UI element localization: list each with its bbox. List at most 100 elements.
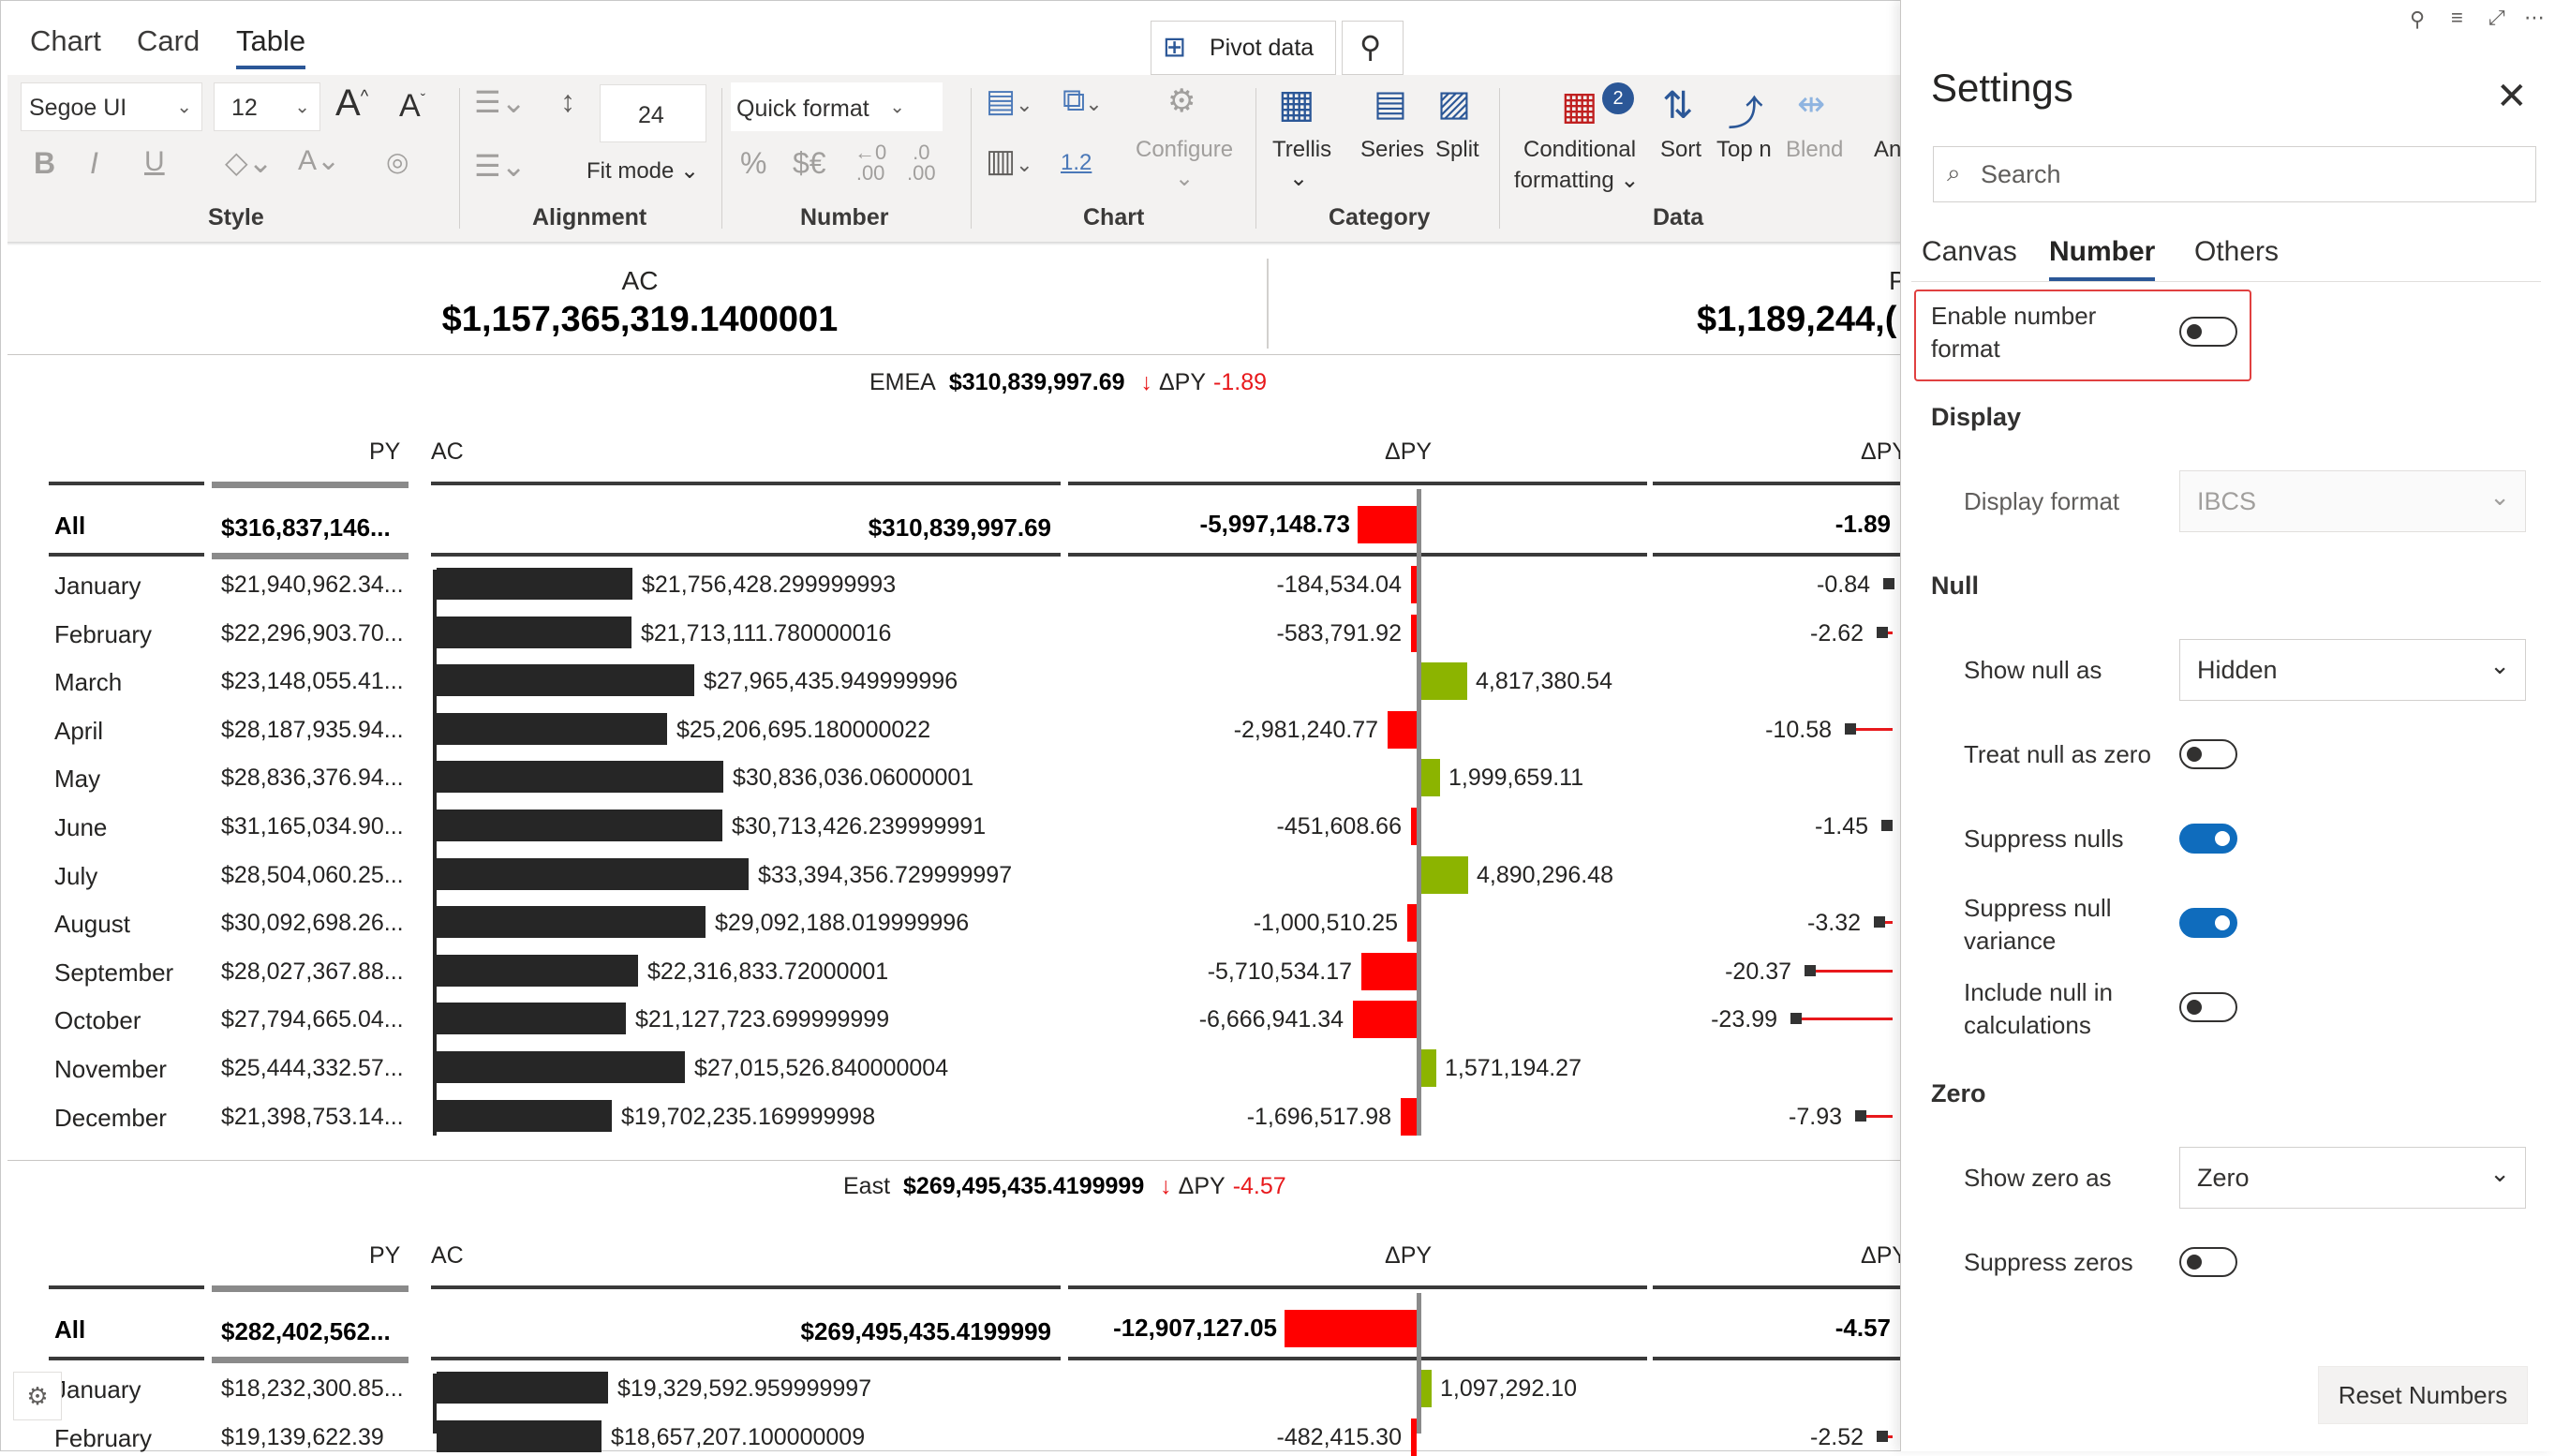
conditional-formatting-icon[interactable]: ▦	[1561, 82, 1598, 128]
chart-settings-icon[interactable]: ⚙	[13, 1372, 62, 1420]
pct-pin-head	[1845, 722, 1856, 735]
tab-card[interactable]: Card	[137, 24, 200, 58]
row-delta: -184,534.04	[1276, 572, 1402, 598]
enable-number-format-toggle[interactable]	[2179, 317, 2237, 347]
chevron-down-icon: ⌄	[2489, 651, 2510, 679]
italic-icon[interactable]: I	[90, 146, 98, 181]
bold-icon[interactable]: B	[34, 146, 55, 181]
column-header-py[interactable]: PY	[369, 438, 400, 466]
horizontal-align-icon[interactable]: ☰⌄	[474, 84, 527, 120]
currency-icon[interactable]: $€	[793, 146, 826, 181]
header-rule	[49, 1285, 204, 1289]
all-row-delta-pct: -1.89	[1835, 510, 1891, 538]
row-month: January	[54, 572, 141, 600]
row-height-input[interactable]: 24	[600, 84, 706, 142]
header-rule	[1068, 482, 1647, 485]
suppress-zeros-toggle[interactable]	[2179, 1247, 2237, 1277]
chart-layout-icon[interactable]: ⧉⌄	[1062, 82, 1103, 119]
table-layout-icon[interactable]: ▥⌄	[986, 142, 1033, 180]
hide-icon[interactable]: ◎	[386, 146, 409, 177]
chevron-down-icon: ⌄	[1289, 166, 1309, 191]
tab-others[interactable]: Others	[2194, 236, 2279, 268]
series-icon[interactable]: ▤	[1374, 82, 1407, 125]
row-month: November	[54, 1055, 167, 1083]
settings-search-input[interactable]: ⌕ Search	[1933, 146, 2536, 202]
all-row-py: $316,837,146...	[221, 513, 391, 542]
column-header-dpy[interactable]: ΔPY	[1385, 438, 1432, 466]
increase-decimals-icon[interactable]: .0.00	[907, 142, 936, 184]
row-delta: -1,000,510.25	[1253, 910, 1398, 937]
arrow-down-icon: ↓	[1134, 369, 1159, 395]
suppress-nulls-toggle[interactable]	[2179, 824, 2237, 854]
split-label[interactable]: Split	[1435, 137, 1479, 163]
pct-pin-head	[1877, 1430, 1888, 1442]
group-style: Style	[208, 204, 264, 230]
expand-icon[interactable]: ⤢	[2488, 6, 2505, 30]
conditional-formatting-dropdown[interactable]: formatting ⌄	[1514, 167, 1640, 194]
show-zero-as-dropdown[interactable]: Zero ⌄	[2179, 1147, 2526, 1209]
trellis-label[interactable]: Trellis	[1272, 137, 1331, 163]
header-rule	[431, 482, 1061, 485]
trellis-icon[interactable]: ▦	[1278, 81, 1315, 126]
suppress-null-variance-toggle[interactable]	[2179, 908, 2237, 938]
tab-canvas[interactable]: Canvas	[1922, 236, 2017, 268]
fit-mode-dropdown[interactable]: Fit mode ⌄	[587, 157, 699, 185]
display-format-dropdown[interactable]: IBCS ⌄	[2179, 470, 2526, 532]
row-ac: $22,316,833.72000001	[647, 958, 889, 985]
font-size-dropdown[interactable]: 12 ⌄	[214, 82, 320, 131]
top-n-label[interactable]: Top n	[1716, 137, 1772, 163]
chevron-down-icon: ⌄	[294, 97, 310, 118]
decrease-font-icon[interactable]: Aˇ	[399, 88, 425, 125]
treat-null-as-zero-toggle[interactable]	[2179, 739, 2237, 769]
filter-small-icon[interactable]: ≡	[2451, 6, 2463, 30]
pin-icon[interactable]: ⚲	[2410, 7, 2425, 32]
underline-icon[interactable]: U	[144, 146, 165, 178]
column-header-ac[interactable]: AC	[431, 1242, 464, 1270]
include-null-toggle[interactable]	[2179, 992, 2237, 1022]
top-n-icon[interactable]: ⤴	[1728, 84, 1763, 136]
fit-mode-label: Fit mode	[587, 158, 675, 184]
column-header-ac[interactable]: AC	[431, 438, 464, 466]
fill-color-icon[interactable]: ◇⌄	[225, 144, 273, 180]
filter-settings-button[interactable]: ⚲	[1342, 21, 1404, 75]
percent-icon[interactable]: %	[740, 146, 766, 181]
decrease-decimals-icon[interactable]: ←0.00	[854, 142, 886, 184]
reset-numbers-button[interactable]: Reset Numbers	[2318, 1366, 2528, 1424]
chart-decimals[interactable]: 1.2	[1061, 150, 1092, 176]
close-icon[interactable]: ✕	[2496, 75, 2528, 118]
vertical-align-icon[interactable]: ☰⌄	[474, 148, 527, 184]
column-header-dpy[interactable]: ΔPY	[1385, 1242, 1432, 1270]
tab-chart[interactable]: Chart	[30, 24, 101, 58]
settings-title: Settings	[1931, 66, 2073, 110]
row-ac: $21,713,111.780000016	[641, 619, 892, 646]
split-icon[interactable]: ▨	[1437, 82, 1471, 125]
show-null-as-dropdown[interactable]: Hidden ⌄	[2179, 639, 2526, 701]
font-color-icon[interactable]: A⌄	[298, 144, 340, 177]
column-header-py[interactable]: PY	[369, 1242, 400, 1270]
sort-icon[interactable]: ⇅	[1662, 84, 1694, 127]
pct-pin-line	[1810, 969, 1893, 973]
all-row-delta: -5,997,148.73	[1199, 510, 1350, 538]
blend-icon[interactable]: ⇹	[1797, 84, 1825, 124]
row-py: $25,444,332.57...	[221, 1055, 404, 1081]
configure-label[interactable]: Configure	[1136, 137, 1233, 163]
row-delta: -5,710,534.17	[1207, 958, 1352, 985]
series-label[interactable]: Series	[1360, 137, 1424, 163]
tab-table[interactable]: Table	[236, 24, 306, 69]
increase-font-icon[interactable]: A^	[335, 82, 368, 125]
pivot-data-button[interactable]: ⊞ Pivot data	[1151, 21, 1336, 75]
blend-label[interactable]: Blend	[1786, 137, 1843, 163]
more-options-icon[interactable]: ⋯	[2524, 6, 2545, 30]
sort-label[interactable]: Sort	[1660, 137, 1701, 163]
font-family-dropdown[interactable]: Segoe UI ⌄	[21, 82, 202, 131]
row-delta: 4,817,380.54	[1476, 668, 1612, 695]
header-rule	[1653, 482, 1900, 485]
kpi-ac-value: $1,157,365,319.1400001	[441, 300, 839, 339]
analytics-label[interactable]: An	[1874, 137, 1901, 163]
tab-number[interactable]: Number	[2049, 236, 2156, 281]
configure-icon[interactable]: ⚙	[1167, 82, 1196, 120]
bar-layout-icon[interactable]: ▤⌄	[986, 82, 1033, 120]
quick-format-dropdown[interactable]: Quick format ⌄	[731, 82, 943, 131]
row-py: $21,398,753.14...	[221, 1103, 404, 1130]
conditional-label-1[interactable]: Conditional	[1523, 137, 1636, 163]
